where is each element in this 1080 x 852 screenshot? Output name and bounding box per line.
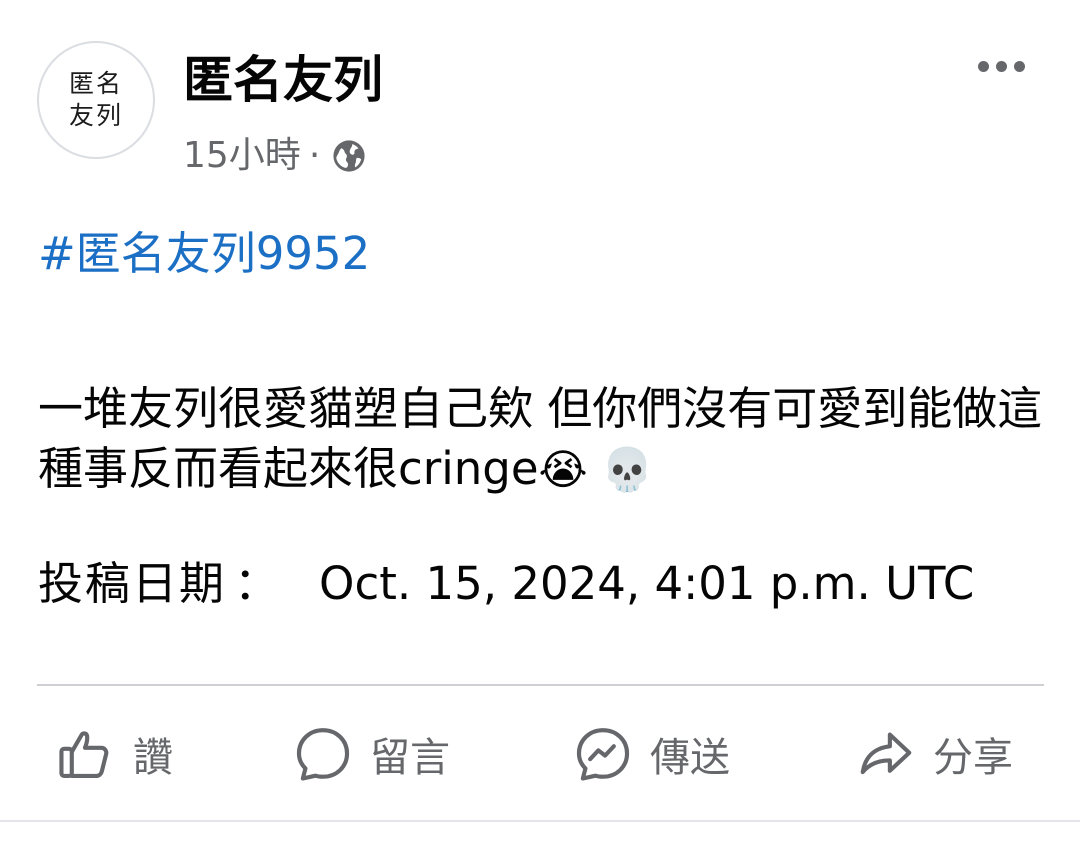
post-body: #匿名友列9952 一堆友列很愛貓塑自己欸 但你們沒有可愛到能做這種事反而看起來… [38, 224, 1048, 614]
messenger-icon [576, 728, 630, 781]
date-colon: ： [234, 557, 280, 610]
hashtag-link[interactable]: #匿名友列9952 [38, 224, 1048, 284]
globe-icon[interactable] [332, 139, 366, 173]
post-date-line: 投稿日期 ： Oct. 15, 2024, 4:01 p.m. UTC [38, 554, 1048, 614]
like-button[interactable]: 讚 [55, 712, 173, 796]
more-options-button[interactable] [968, 44, 1034, 88]
post-meta: 15小時 · [183, 132, 366, 180]
like-thumb-icon [59, 731, 109, 779]
comment-button[interactable]: 留言 [292, 712, 450, 796]
crying-face-skull-emoji: 😭 💀 [538, 445, 654, 494]
comment-label: 留言 [370, 735, 450, 781]
send-button[interactable]: 傳送 [572, 712, 730, 796]
page-avatar[interactable]: 匿名友列 [37, 41, 155, 159]
action-divider [37, 684, 1044, 686]
share-button[interactable]: 分享 [855, 712, 1013, 796]
page-name[interactable]: 匿名友列 [183, 48, 383, 112]
bottom-divider [0, 820, 1080, 822]
like-label: 讚 [133, 735, 173, 781]
share-arrow-icon [860, 732, 912, 775]
more-dot [995, 60, 1007, 72]
send-label: 傳送 [650, 735, 730, 781]
comment-bubble-icon [296, 728, 350, 781]
meta-separator: · [308, 135, 321, 176]
post-action-bar: 讚 留言 傳送 分享 [37, 712, 1044, 796]
share-label: 分享 [933, 735, 1013, 781]
more-dots-icon [977, 60, 989, 72]
more-dot [1013, 60, 1025, 72]
date-value: Oct. 15, 2024, 4:01 p.m. UTC [319, 557, 975, 610]
date-label: 投稿日期 [38, 557, 227, 610]
avatar-logo-text: 匿名友列 [68, 69, 123, 130]
post-text: 一堆友列很愛貓塑自己欸 但你們沒有可愛到能做這種事反而看起來很cringe😭 💀 [38, 379, 1048, 500]
post-timestamp[interactable]: 15小時 [183, 132, 301, 180]
